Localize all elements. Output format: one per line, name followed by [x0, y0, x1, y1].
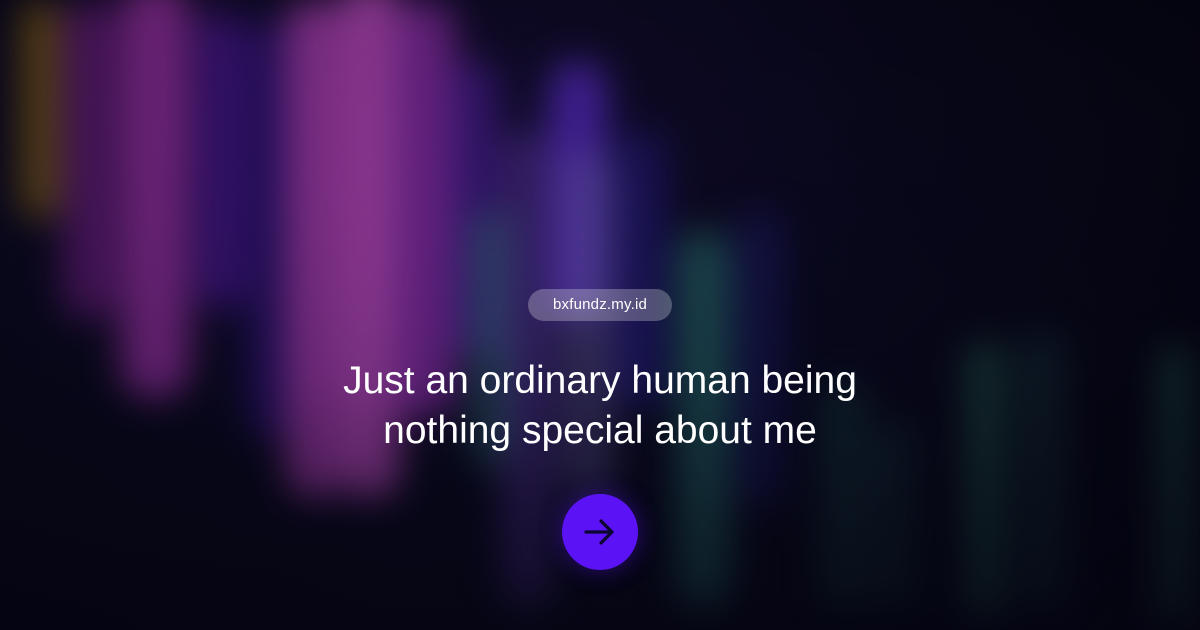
arrow-right-icon — [582, 514, 618, 550]
headline: Just an ordinary human being nothing spe… — [200, 356, 1000, 456]
headline-line-2: nothing special about me — [383, 409, 817, 452]
og-card: bxfundz.my.id Just an ordinary human bei… — [0, 0, 1200, 630]
continue-arrow-button[interactable] — [562, 494, 638, 570]
hero-content: bxfundz.my.id Just an ordinary human bei… — [0, 0, 1200, 630]
domain-badge[interactable]: bxfundz.my.id — [528, 289, 672, 321]
headline-line-1: Just an ordinary human being — [343, 359, 857, 402]
